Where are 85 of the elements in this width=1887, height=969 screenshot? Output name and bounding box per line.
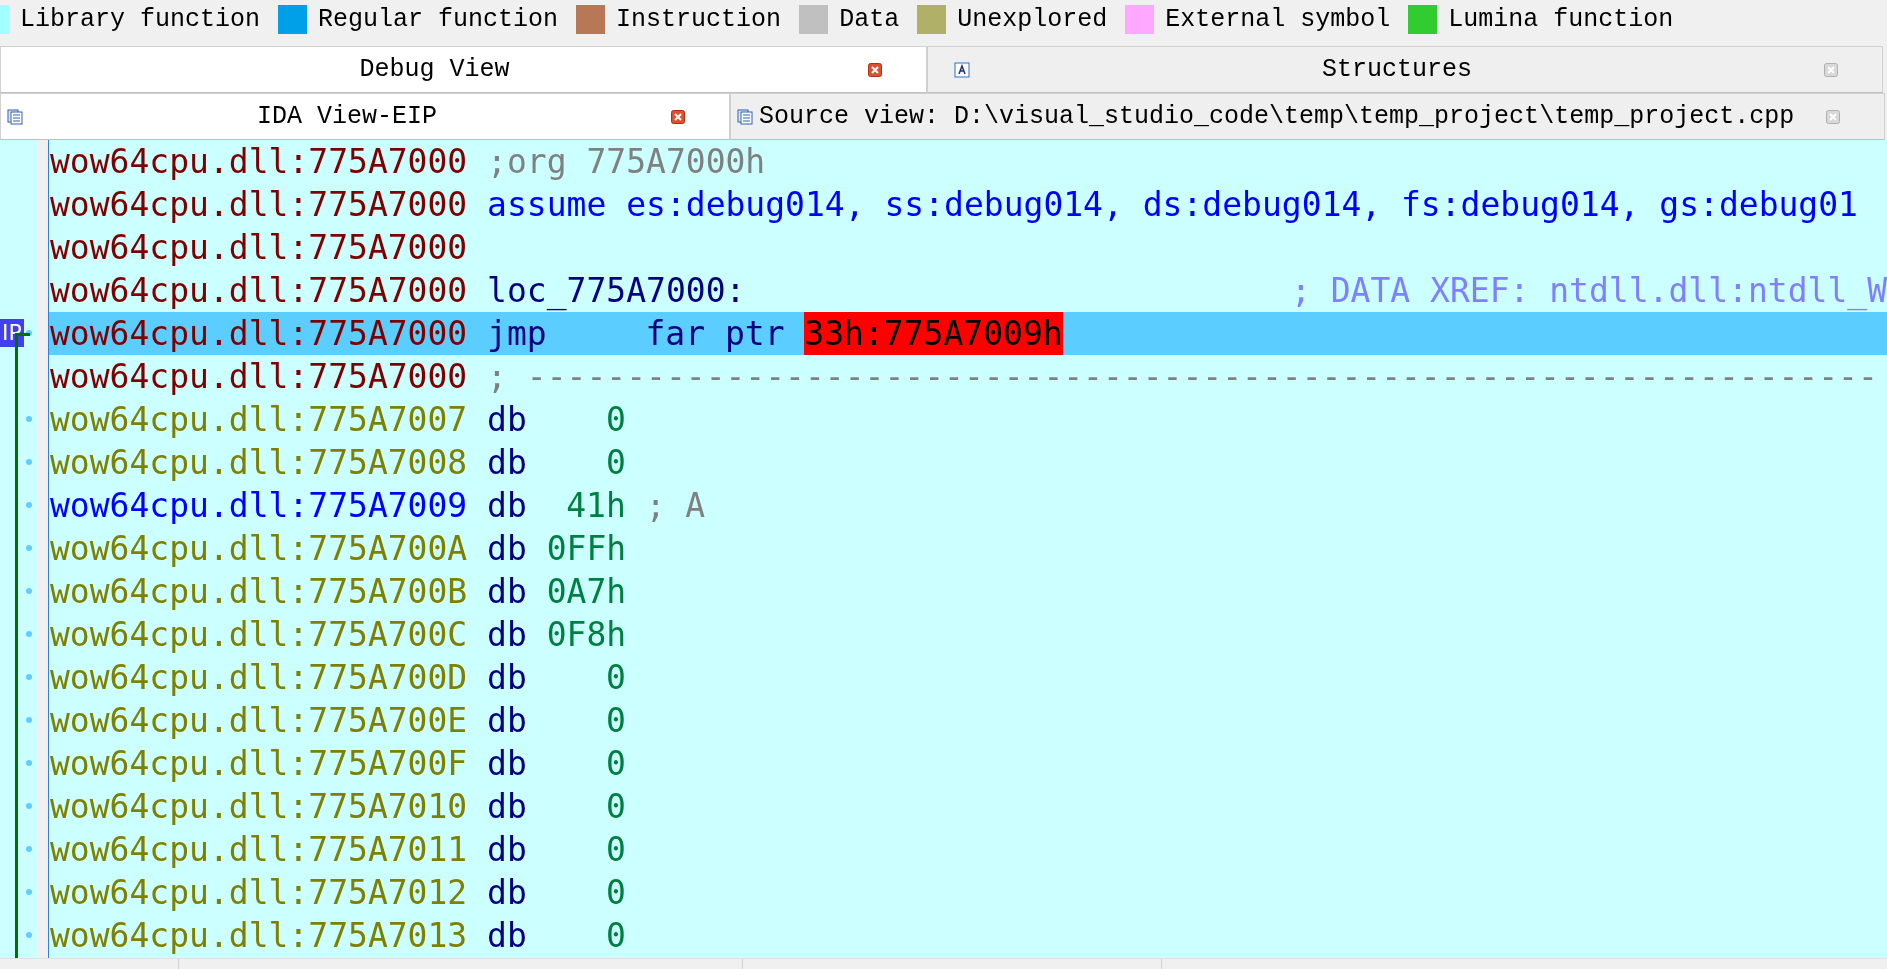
address-text: wow64cpu.dll:775A700B (50, 571, 468, 613)
breakpoint-dot[interactable] (26, 803, 32, 809)
address-text: wow64cpu.dll:775A7008 (50, 442, 468, 484)
tab[interactable]: Source view: D:\visual_studio_code\temp\temp_project\temp_project.cpp (730, 93, 1885, 140)
address-text: wow64cpu.dll:775A7013 (50, 915, 468, 957)
legend-label: Lumina function (1448, 4, 1674, 34)
breakpoint-dot[interactable] (26, 631, 32, 637)
address-text: wow64cpu.dll:775A7000 (50, 356, 468, 398)
address-text: wow64cpu.dll:775A700C (50, 614, 468, 656)
address-text: wow64cpu.dll:775A7000 (50, 270, 468, 312)
tab[interactable]: Structures (927, 46, 1883, 93)
breakpoint-dot[interactable] (26, 674, 32, 680)
address-text: wow64cpu.dll:775A700E (50, 700, 468, 742)
document-icon (737, 108, 753, 125)
legend-label: External symbol (1165, 4, 1391, 34)
close-icon[interactable] (868, 62, 882, 77)
comment-text: ; A (645, 485, 706, 527)
assume-directive: assume es:debug014, ss:debug014, ds:debug014, fs:debug014, gs:debug01 (487, 184, 1858, 226)
data-directive: db (487, 786, 527, 828)
data-value: 0 (604, 743, 626, 785)
address-text: wow64cpu.dll:775A7000 (50, 227, 468, 269)
address-text: wow64cpu.dll:775A700A (50, 528, 468, 570)
legend-label: Library function (20, 4, 261, 34)
address-text: wow64cpu.dll:775A700D (50, 657, 468, 699)
data-directive: db (487, 528, 527, 570)
data-value: 0 (604, 829, 626, 871)
data-directive: db (487, 571, 527, 613)
data-directive: db (487, 915, 527, 957)
breakpoint-dot[interactable] (26, 932, 32, 938)
data-value: 0FFh (546, 528, 626, 570)
data-directive: db (487, 872, 527, 914)
operand-text: far ptr (645, 313, 785, 355)
legend-label: Data (839, 4, 900, 34)
address-text: wow64cpu.dll:775A7000 (50, 313, 468, 355)
data-value: 0A7h (546, 571, 626, 613)
address-text: wow64cpu.dll:775A7011 (50, 829, 468, 871)
legend-label: Unexplored (957, 4, 1108, 34)
data-directive: db (487, 485, 527, 527)
jump-target: 33h:775A7009h (804, 312, 1063, 355)
address-text: wow64cpu.dll:775A7007 (50, 399, 468, 441)
data-directive: db (487, 657, 527, 699)
data-value: 0 (604, 915, 626, 957)
breakpoint-dot[interactable] (26, 459, 32, 465)
data-directive: db (487, 700, 527, 742)
breakpoint-dot[interactable] (26, 545, 32, 551)
breakpoint-dot[interactable] (26, 760, 32, 766)
eip-marker: IP (0, 319, 24, 347)
legend-label: Instruction (616, 4, 782, 34)
data-directive: db (487, 614, 527, 656)
instruction-mnemonic: jmp (487, 313, 548, 355)
data-value: 0 (604, 442, 626, 484)
address-text: wow64cpu.dll:775A700F (50, 743, 468, 785)
address-text: wow64cpu.dll:775A7010 (50, 786, 468, 828)
data-value: 41h (565, 485, 626, 527)
code-label: loc_775A7000: (487, 270, 746, 312)
data-directive: db (487, 399, 527, 441)
breakpoint-dot[interactable] (26, 416, 32, 422)
tab[interactable]: Debug View (0, 46, 927, 93)
breakpoint-dot[interactable] (26, 588, 32, 594)
address-text: wow64cpu.dll:775A7000 (50, 141, 468, 183)
comment-text: ;org 775A7000h (487, 141, 766, 183)
breakpoint-dot[interactable] (26, 717, 32, 723)
data-value: 0 (604, 657, 626, 699)
legend-label: Regular function (318, 4, 559, 34)
data-directive: db (487, 829, 527, 871)
breakpoint-dot[interactable] (26, 846, 32, 852)
document-icon (7, 108, 23, 125)
data-directive: db (487, 743, 527, 785)
data-value: 0 (604, 872, 626, 914)
breakpoint-dot[interactable] (26, 502, 32, 508)
breakpoint-dot[interactable] (26, 330, 32, 336)
comment-text: ; -------------------------------------------------------------------- (487, 356, 1878, 398)
data-value: 0 (604, 786, 626, 828)
address-text: wow64cpu.dll:775A7000 (50, 184, 468, 226)
address-text: wow64cpu.dll:775A7012 (50, 872, 468, 914)
breakpoint-dot[interactable] (26, 889, 32, 895)
structure-icon (954, 61, 970, 78)
data-directive: db (487, 442, 527, 484)
data-value: 0F8h (546, 614, 626, 656)
xref-comment: ; DATA XREF: ntdll.dll:ntdll_W (1290, 270, 1887, 312)
data-value: 0 (604, 399, 626, 441)
data-value: 0 (604, 700, 626, 742)
close-icon[interactable] (671, 109, 685, 124)
tab[interactable]: IDA View-EIP (0, 93, 730, 140)
address-text: wow64cpu.dll:775A7009 (50, 485, 468, 527)
